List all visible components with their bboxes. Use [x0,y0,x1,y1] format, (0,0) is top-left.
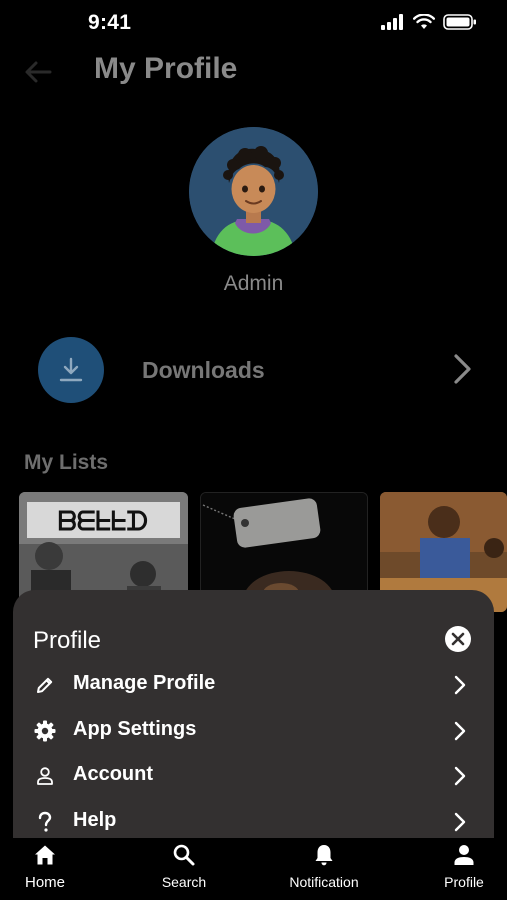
pencil-icon [33,673,57,697]
downloads-row[interactable]: Downloads [0,332,507,408]
back-arrow-icon[interactable] [22,58,54,86]
nav-item-search[interactable]: Search [154,842,214,890]
menu-item-app-settings[interactable]: App Settings [13,712,494,752]
question-icon [33,810,57,834]
chevron-right-icon [454,354,471,384]
nav-label: Profile [444,874,484,890]
nav-item-notification[interactable]: Notification [278,842,370,890]
profile-bottom-sheet: Profile Manage Profile App Settings Acco… [13,590,494,850]
menu-item-label: Manage Profile [73,672,216,694]
menu-item-manage-profile[interactable]: Manage Profile [13,666,494,706]
nav-label: Notification [289,874,359,890]
person-icon [33,764,57,788]
menu-item-label: App Settings [73,718,197,740]
close-button[interactable] [445,626,471,652]
chevron-right-icon [454,675,466,695]
home-icon [35,845,55,865]
chevron-right-icon [454,766,466,786]
download-icon [59,357,83,382]
signal-icon [381,14,403,30]
menu-item-help[interactable]: Help [13,803,494,843]
chevron-right-icon [454,721,466,741]
status-bar: 9:41 [0,0,507,46]
nav-item-profile[interactable]: Profile [436,842,492,890]
status-icons [381,14,477,30]
gear-icon [33,719,57,743]
page-title: My Profile [94,52,238,85]
bottom-nav: Home Search Notification Profile [0,838,507,900]
nav-label: Search [161,874,207,890]
close-icon [451,632,465,646]
menu-item-label: Help [73,809,117,831]
profile-name: Admin [223,272,284,295]
sheet-title: Profile [33,627,102,654]
menu-item-label: Account [73,763,153,785]
chevron-right-icon [454,812,466,832]
svg-text:ᗷᗴᖶᖶᗪ: ᗷᗴᖶᖶᗪ [58,507,148,537]
header: My Profile [0,46,507,98]
nav-item-home[interactable]: Home [16,842,74,891]
bell-icon [315,845,333,866]
battery-icon [443,14,476,30]
menu-item-account[interactable]: Account [13,757,494,797]
status-time: 9:41 [88,11,132,34]
downloads-label: Downloads [142,357,265,383]
my-lists-title: My Lists [24,451,109,474]
wifi-icon [413,14,435,29]
download-icon-circle [38,337,104,403]
search-icon [173,844,195,866]
person-icon [454,845,474,865]
avatar-illustration [189,127,318,256]
avatar[interactable] [189,127,318,256]
nav-label: Home [24,874,65,891]
